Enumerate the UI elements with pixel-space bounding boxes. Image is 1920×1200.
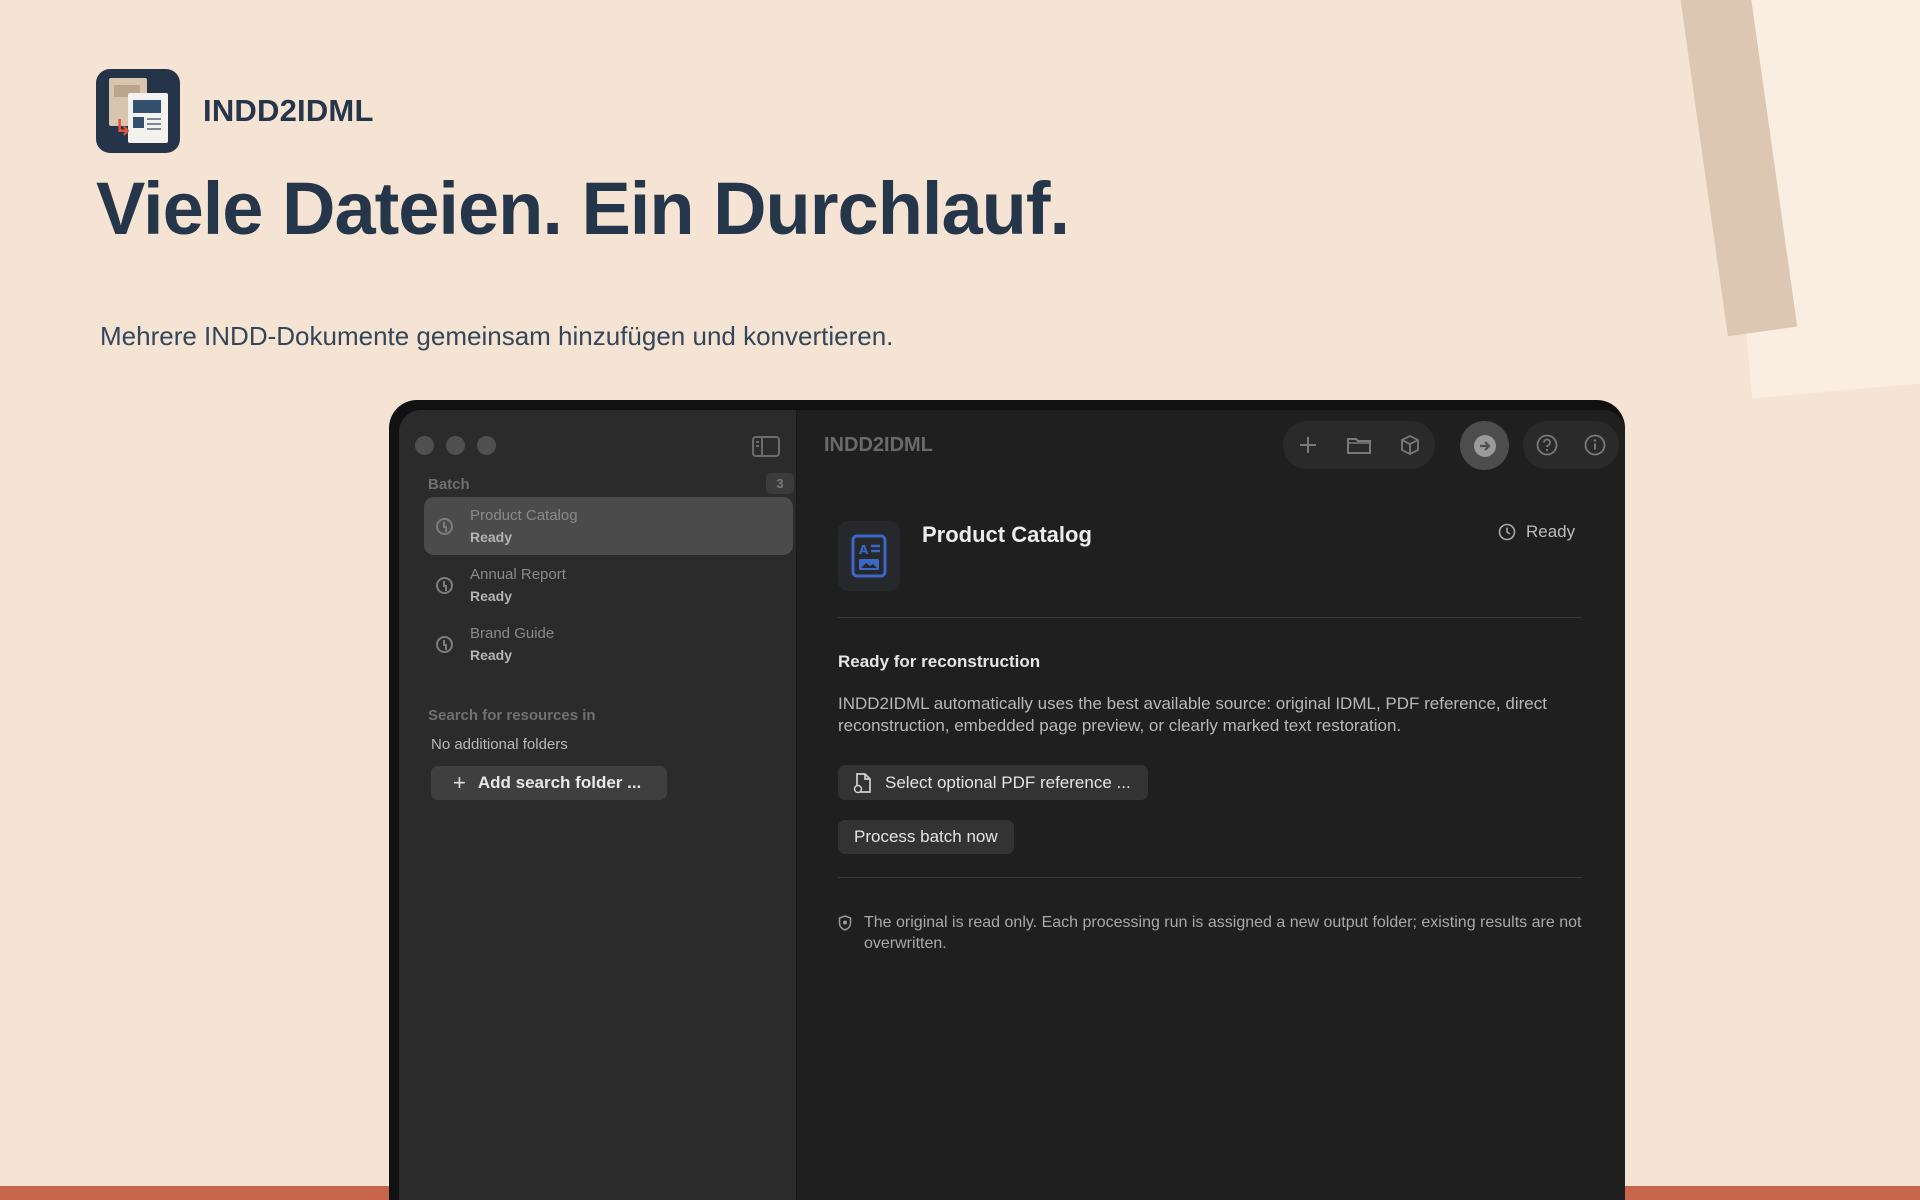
toolbar-title: INDD2IDML: [824, 434, 933, 456]
select-pdf-reference-label: Select optional PDF reference ...: [885, 772, 1131, 792]
batch-item-status: Ready: [470, 647, 513, 663]
select-pdf-reference-button[interactable]: Select optional PDF reference ...: [838, 765, 1148, 800]
no-folders-text: No additional folders: [431, 736, 568, 753]
document-icon: A: [838, 521, 900, 591]
batch-item-status: Ready: [470, 588, 513, 604]
toolbar-action-group: [1283, 421, 1435, 469]
read-only-notice-text: The original is read only. Each processi…: [864, 914, 1582, 952]
clock-icon: [436, 518, 453, 535]
batch-item-brand-guide[interactable]: Brand Guide Ready: [424, 615, 793, 673]
divider: [838, 877, 1582, 878]
package-icon[interactable]: [1384, 421, 1435, 469]
close-window-button[interactable]: [415, 436, 434, 455]
document-link-icon: [853, 772, 871, 793]
batch-section-label: Batch: [428, 476, 470, 493]
batch-item-product-catalog[interactable]: Product Catalog Ready: [424, 497, 793, 555]
plus-icon: +: [453, 770, 466, 795]
page-headline: Viele Dateien. Ein Durchlauf.: [96, 167, 1070, 250]
shield-icon: [838, 915, 852, 931]
zoom-window-button[interactable]: [477, 436, 496, 455]
batch-count-badge: 3: [766, 473, 794, 494]
app-logo-icon: ↳: [96, 69, 180, 153]
arrow-right-circle-icon[interactable]: [1460, 421, 1509, 470]
sidebar: Batch 3 Product Catalog Ready Annual Rep…: [399, 410, 797, 1200]
svg-text:A: A: [859, 543, 869, 557]
toolbar-help-group: [1523, 421, 1619, 469]
info-icon[interactable]: [1571, 421, 1619, 469]
clock-icon: [436, 636, 453, 653]
read-only-notice: The original is read only. Each processi…: [838, 912, 1583, 954]
main-panel: INDD2IDML A Product Catalog Ready Ready …: [797, 410, 1625, 1200]
batch-item-annual-report[interactable]: Annual Report Ready: [424, 556, 793, 614]
process-batch-button[interactable]: Process batch now: [838, 820, 1014, 854]
plus-icon[interactable]: [1283, 421, 1334, 469]
clock-icon: [436, 577, 453, 594]
sidebar-toggle-icon[interactable]: [752, 436, 780, 457]
minimize-window-button[interactable]: [446, 436, 465, 455]
batch-item-title: Product Catalog: [470, 507, 578, 524]
batch-item-title: Annual Report: [470, 566, 566, 583]
help-icon[interactable]: [1523, 421, 1571, 469]
page-subline: Mehrere INDD-Dokumente gemeinsam hinzufü…: [100, 321, 894, 351]
brand-name: INDD2IDML: [203, 93, 374, 128]
add-search-folder-button[interactable]: + Add search folder ...: [431, 766, 667, 800]
brand: ↳ INDD2IDML: [96, 69, 374, 153]
clock-icon: [1498, 523, 1516, 541]
reconstruction-description: INDD2IDML automatically uses the best av…: [838, 694, 1547, 735]
divider: [838, 617, 1582, 618]
app-window: Batch 3 Product Catalog Ready Annual Rep…: [389, 400, 1625, 1200]
reconstruction-heading: Ready for reconstruction: [838, 652, 1041, 671]
document-title: Product Catalog: [922, 522, 1092, 547]
add-search-folder-label: Add search folder ...: [477, 773, 642, 792]
document-status-label: Ready: [1526, 522, 1576, 541]
batch-item-title: Brand Guide: [470, 625, 555, 642]
search-resources-label: Search for resources in: [428, 707, 596, 724]
folder-icon[interactable]: [1334, 421, 1385, 469]
window-controls: [415, 436, 496, 455]
document-status: Ready: [1498, 522, 1575, 542]
batch-item-status: Ready: [470, 529, 513, 545]
